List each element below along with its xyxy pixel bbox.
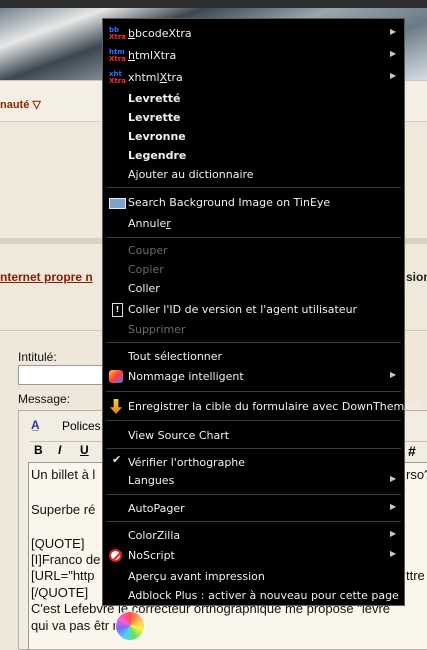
menu-separator — [106, 391, 401, 392]
italic-button[interactable]: I — [58, 443, 61, 457]
submenu-arrow-icon: ▶ — [390, 370, 397, 379]
menu-item-tineye[interactable]: Search Background Image on TinEye — [103, 193, 404, 213]
underline-button[interactable]: U — [80, 443, 89, 457]
color-ball-icon[interactable] — [115, 611, 145, 641]
menu-item-adblock-plus[interactable]: Adblock Plus : activer à nouveau pour ce… — [103, 586, 404, 606]
menu-item-languages[interactable]: Langues ▶ — [103, 471, 404, 491]
tineye-icon — [109, 198, 126, 209]
menu-item-downthemall[interactable]: Enregistrer la cible du formulaire avec … — [103, 397, 422, 417]
editor-line-3: Superbe ré — [31, 502, 96, 517]
submenu-arrow-icon: ▶ — [390, 502, 397, 511]
menu-item-suggestion-levrette-accent[interactable]: Levretté — [103, 89, 404, 109]
menu-item-bbcodextra[interactable]: bb Xtra bbcodeXtra ▶ — [103, 24, 404, 44]
downthemall-icon — [110, 399, 122, 414]
font-color-icon[interactable]: A̲ — [31, 418, 40, 432]
menu-separator — [106, 237, 401, 238]
editor-line-1-tail: rso? — [406, 467, 427, 482]
topic-link-tail: sion — [406, 270, 427, 284]
title-label: Intitulé: — [18, 350, 57, 364]
paste-id-icon: ! — [112, 303, 123, 317]
fonts-dropdown[interactable]: Polices — [62, 419, 101, 433]
menu-separator — [106, 187, 401, 188]
editor-line-7: [URL="http — [31, 568, 95, 583]
menu-item-view-source-chart[interactable]: View Source Chart — [103, 426, 404, 446]
menu-item-undo[interactable]: Annuler — [103, 214, 404, 234]
menu-separator — [106, 420, 401, 421]
menu-item-autopager[interactable]: AutoPager ▶ — [103, 499, 404, 519]
menu-item-noscript[interactable]: NoScript ▶ — [103, 546, 404, 566]
menu-item-colorzilla[interactable]: ColorZilla ▶ — [103, 526, 404, 546]
topic-link[interactable]: nternet propre n — [0, 270, 93, 284]
context-menu: bb Xtra bbcodeXtra ▶ htm Xtra htmlXtra ▶ x… — [102, 18, 422, 606]
xtra-icon: htm Xtra — [109, 48, 126, 63]
access-key: r — [166, 217, 171, 230]
menu-item-xhtmlxtra[interactable]: xht Xtra xhtmlXtra ▶ — [103, 68, 404, 88]
editor-line-8: [/QUOTE] — [31, 585, 89, 600]
title-input[interactable] — [18, 365, 110, 385]
menu-separator — [106, 521, 401, 522]
menu-item-suggestion-legendre[interactable]: Legendre — [103, 146, 404, 166]
xtra-icon: bb Xtra — [109, 26, 126, 41]
editor-line-7-tail: ttre — [406, 568, 425, 583]
menu-item-delete[interactable]: Supprimer — [103, 320, 404, 340]
bold-button[interactable]: B — [34, 443, 43, 457]
menu-item-htmlxtra[interactable]: htm Xtra htmlXtra ▶ — [103, 46, 404, 66]
message-label: Message: — [18, 392, 71, 406]
editor-line-1: Un billet à l — [31, 467, 96, 482]
menu-item-paste[interactable]: Coller — [103, 279, 404, 299]
menu-item-add-to-dictionary[interactable]: Ajouter au dictionnaire — [103, 165, 404, 185]
editor-line-6: [I]Franco de — [31, 552, 101, 567]
menu-item-suggestion-levronne[interactable]: Levronne — [103, 127, 404, 147]
menu-item-copy[interactable]: Copier — [103, 260, 404, 280]
editor-line-5: [QUOTE] — [31, 536, 85, 551]
menu-separator — [106, 342, 401, 343]
submenu-arrow-icon: ▶ — [390, 71, 397, 80]
submenu-arrow-icon: ▶ — [390, 549, 397, 558]
hash-button[interactable]: # — [408, 443, 416, 459]
menu-separator — [106, 448, 401, 449]
submenu-arrow-icon: ▶ — [390, 474, 397, 483]
community-menu[interactable]: nauté ▽ — [0, 98, 41, 111]
access-key: b — [128, 27, 135, 40]
access-key: X — [159, 71, 168, 84]
menu-item-suggestion-levrette[interactable]: Levrette — [103, 108, 404, 128]
access-key: h — [128, 49, 135, 62]
menu-item-spellcheck[interactable]: ✔ Vérifier l'orthographe — [103, 453, 404, 473]
menu-item-paste-build-id[interactable]: ! Coller l'ID de version et l'agent util… — [103, 300, 404, 320]
menu-item-cut[interactable]: Couper — [103, 241, 404, 261]
menu-separator — [106, 494, 401, 495]
noscript-icon — [109, 549, 122, 562]
menu-item-print-preview[interactable]: Aperçu avant impression — [103, 567, 404, 587]
smart-naming-icon — [109, 370, 123, 383]
checkmark-icon: ✔ — [112, 453, 122, 466]
menu-item-smart-naming[interactable]: Nommage intelligent ▶ — [103, 367, 404, 387]
submenu-arrow-icon: ▶ — [390, 529, 397, 538]
menu-item-select-all[interactable]: Tout sélectionner — [103, 347, 404, 367]
xtra-icon: xht Xtra — [109, 70, 126, 85]
submenu-arrow-icon: ▶ — [390, 27, 397, 36]
submenu-arrow-icon: ▶ — [390, 49, 397, 58]
page-top-bar — [0, 0, 427, 8]
